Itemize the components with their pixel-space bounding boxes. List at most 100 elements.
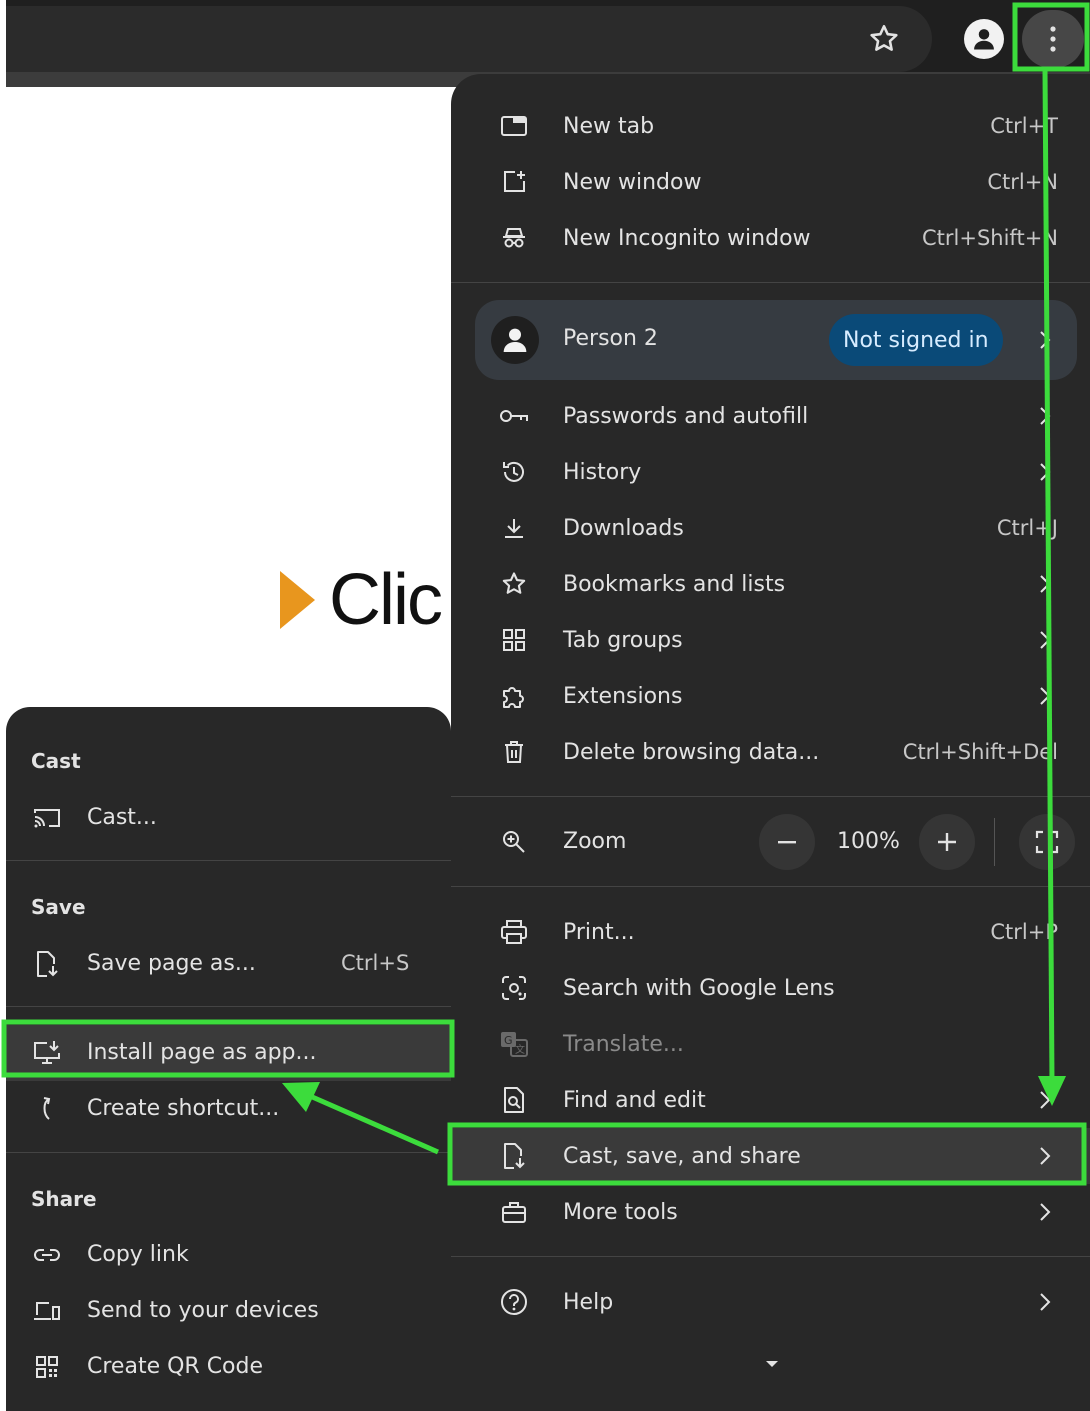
menu-divider [451, 1256, 1090, 1257]
devices-icon [32, 1296, 62, 1326]
chevron-right-icon [1035, 569, 1055, 599]
menu-item-shortcut: Ctrl+N [987, 170, 1058, 194]
chevron-right-icon [1035, 1287, 1055, 1317]
menu-item-label: New tab [563, 113, 655, 139]
logo-text: Clic [329, 560, 443, 640]
submenu-item-save-page[interactable]: Save page as... Ctrl+S [6, 936, 451, 992]
chrome-menu-button[interactable] [1022, 10, 1084, 68]
submenu-item-qr-code[interactable]: Create QR Code [6, 1339, 451, 1395]
new-window-icon [499, 167, 529, 197]
menu-item-passwords[interactable]: Passwords and autofill [451, 388, 1090, 444]
translate-icon: G文 [499, 1029, 529, 1059]
zoom-label: Zoom [563, 829, 627, 854]
address-bar[interactable] [6, 6, 932, 72]
submenu-divider [6, 1152, 451, 1153]
star-icon [870, 24, 898, 51]
chrome-main-menu: New tab Ctrl+T New window Ctrl+N New Inc… [451, 74, 1090, 1411]
profile-card[interactable]: Person 2 Not signed in [475, 300, 1077, 380]
menu-item-label: Search with Google Lens [563, 975, 835, 1001]
menu-item-new-incognito[interactable]: New Incognito window Ctrl+Shift+N [451, 210, 1090, 266]
menu-item-extensions[interactable]: Extensions [451, 668, 1090, 724]
menu-item-label: Tab groups [563, 627, 683, 653]
cast-icon [32, 803, 62, 833]
menu-item-label: Find and edit [563, 1087, 706, 1113]
submenu-item-install-app[interactable]: Install page as app... [6, 1025, 451, 1081]
file-save-icon [499, 1141, 529, 1171]
printer-icon [499, 917, 529, 947]
zoom-in-button[interactable] [919, 814, 975, 870]
menu-item-label: Bookmarks and lists [563, 571, 786, 597]
submenu-item-label: Send to your devices [87, 1298, 319, 1323]
chevron-right-icon [1035, 457, 1055, 487]
menu-divider [451, 282, 1090, 283]
file-save-icon [32, 949, 62, 979]
menu-item-downloads[interactable]: Downloads Ctrl+J [451, 500, 1090, 556]
submenu-item-label: Save page as... [87, 951, 256, 976]
submenu-item-label: Create QR Code [87, 1354, 264, 1379]
chevron-right-icon [1035, 681, 1055, 711]
menu-item-cast-save-share[interactable]: Cast, save, and share [451, 1128, 1090, 1184]
menu-item-label: History [563, 459, 642, 485]
menu-item-label: Print... [563, 919, 635, 945]
plus-icon [938, 833, 956, 851]
star-icon [499, 569, 529, 599]
menu-item-delete-browsing-data[interactable]: Delete browsing data... Ctrl+Shift+Del [451, 724, 1090, 780]
menu-item-label: More tools [563, 1199, 678, 1225]
avatar [491, 316, 539, 364]
submenu-divider [6, 860, 451, 861]
menu-item-label: New window [563, 169, 702, 195]
menu-item-find-and-edit[interactable]: Find and edit [451, 1072, 1090, 1128]
submenu-item-create-shortcut[interactable]: Create shortcut... [6, 1081, 451, 1137]
svg-text:文: 文 [515, 1043, 525, 1056]
menu-item-translate: G文 Translate... [451, 1016, 1090, 1072]
section-header-cast: Cast [31, 749, 81, 773]
menu-item-label: New Incognito window [563, 225, 811, 251]
menu-item-label: Extensions [563, 683, 683, 709]
menu-item-print[interactable]: Print... Ctrl+P [451, 904, 1090, 960]
submenu-item-cast[interactable]: Cast... [6, 790, 451, 846]
bookmark-star-button[interactable] [862, 17, 906, 61]
submenu-divider [6, 1006, 451, 1007]
chevron-right-icon [1035, 401, 1055, 431]
download-icon [499, 513, 529, 543]
menu-item-tab-groups[interactable]: Tab groups [451, 612, 1090, 668]
menu-item-help[interactable]: Help [451, 1274, 1090, 1330]
section-header-save: Save [31, 895, 86, 919]
fullscreen-icon [1035, 830, 1059, 854]
fullscreen-button[interactable] [1019, 814, 1075, 870]
menu-item-bookmarks[interactable]: Bookmarks and lists [451, 556, 1090, 612]
menu-item-new-tab[interactable]: New tab Ctrl+T [451, 98, 1090, 154]
menu-item-history[interactable]: History [451, 444, 1090, 500]
submenu-item-send-devices[interactable]: Send to your devices [6, 1283, 451, 1339]
menu-item-label: Delete browsing data... [563, 739, 820, 765]
submenu-item-label: Create shortcut... [87, 1096, 280, 1121]
person-icon [974, 29, 994, 50]
profile-avatar [964, 19, 1004, 59]
menu-item-google-lens[interactable]: Search with Google Lens [451, 960, 1090, 1016]
zoom-in-icon [499, 827, 529, 857]
zoom-divider [994, 818, 995, 866]
chevron-right-icon [1035, 1085, 1055, 1115]
chevron-right-icon [1035, 1197, 1055, 1227]
svg-text:G: G [504, 1034, 513, 1047]
menu-item-label: Passwords and autofill [563, 403, 809, 429]
tab-groups-icon [499, 625, 529, 655]
chevron-right-icon [1035, 625, 1055, 655]
puzzle-icon [499, 681, 529, 711]
sign-in-status-badge[interactable]: Not signed in [829, 314, 1003, 366]
profile-button[interactable] [962, 17, 1006, 61]
menu-item-shortcut: Ctrl+J [996, 516, 1058, 540]
menu-item-label: Cast, save, and share [563, 1143, 801, 1169]
menu-item-new-window[interactable]: New window Ctrl+N [451, 154, 1090, 210]
menu-item-shortcut: Ctrl+Shift+N [922, 226, 1058, 250]
submenu-item-copy-link[interactable]: Copy link [6, 1227, 451, 1283]
person-icon [503, 328, 527, 352]
menu-item-label: Help [563, 1289, 614, 1315]
zoom-out-button[interactable] [759, 814, 815, 870]
menu-item-more-tools[interactable]: More tools [451, 1184, 1090, 1240]
toolbox-icon [499, 1197, 529, 1227]
menu-divider [451, 886, 1090, 887]
menu-item-shortcut: Ctrl+T [990, 114, 1058, 138]
link-icon [32, 1240, 62, 1270]
menu-item-shortcut: Ctrl+P [990, 920, 1058, 944]
